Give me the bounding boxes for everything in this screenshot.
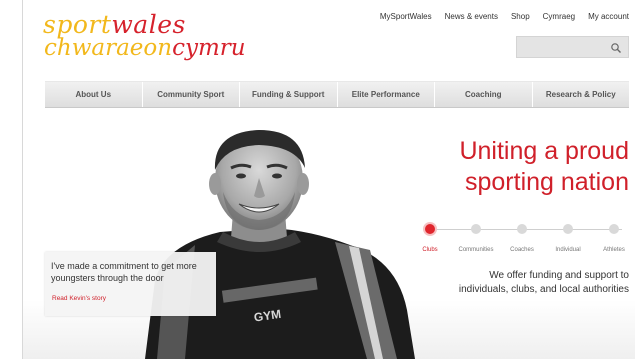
- hero-person-image: GYM: [145, 130, 415, 359]
- slider-label-clubs[interactable]: Clubs: [422, 247, 437, 253]
- nav-elite-performance[interactable]: Elite Performance: [338, 82, 435, 107]
- slider-label-communities[interactable]: Communities: [458, 247, 493, 253]
- utility-link-cymraeg[interactable]: Cymraeg: [543, 12, 575, 21]
- headline-line-2: sporting nation: [464, 168, 629, 196]
- utility-link-shop[interactable]: Shop: [511, 12, 530, 21]
- slider-label-coaches[interactable]: Coaches: [510, 247, 534, 253]
- search-icon[interactable]: [610, 42, 622, 54]
- hero-headline: Uniting a proud sporting nation: [459, 136, 629, 198]
- utility-link-news-events[interactable]: News & events: [445, 12, 498, 21]
- hero-slider-nav: Clubs Communities Coaches Individual Ath…: [422, 224, 630, 260]
- slider-label-athletes[interactable]: Athletes: [603, 247, 625, 253]
- logo-chwaraeon-text: chwaraeon: [44, 35, 173, 61]
- nav-about-us[interactable]: About Us: [45, 82, 143, 107]
- slider-label-individual[interactable]: Individual: [555, 247, 580, 253]
- read-story-link[interactable]: Read Kevin's story: [52, 295, 106, 302]
- quote-card: I've made a commitment to get more young…: [45, 252, 216, 316]
- search-box: [516, 36, 629, 58]
- main-nav: About Us Community Sport Funding & Suppo…: [45, 81, 629, 108]
- sport-wales-logo[interactable]: sportwales chwaraeoncymru: [43, 8, 246, 68]
- utility-link-my-account[interactable]: My account: [588, 12, 629, 21]
- tagline-line-2: individuals, clubs, and local authoritie…: [458, 284, 629, 295]
- nav-research-policy[interactable]: Research & Policy: [533, 82, 630, 107]
- nav-community-sport[interactable]: Community Sport: [143, 82, 240, 107]
- slider-dot-clubs[interactable]: [425, 224, 435, 234]
- slider-dot-athletes[interactable]: [609, 224, 619, 234]
- slider-dot-individual[interactable]: [563, 224, 573, 234]
- slider-dot-communities[interactable]: [471, 224, 481, 234]
- quote-text: I've made a commitment to get more young…: [51, 261, 197, 283]
- search-input[interactable]: [521, 40, 609, 56]
- utility-link-mysportwales[interactable]: MySportWales: [380, 12, 432, 21]
- nav-coaching[interactable]: Coaching: [435, 82, 533, 107]
- headline-line-1: Uniting a proud: [459, 137, 629, 165]
- utility-nav: MySportWales News & events Shop Cymraeg …: [380, 12, 629, 21]
- slider-dot-coaches[interactable]: [517, 224, 527, 234]
- nav-funding-support[interactable]: Funding & Support: [240, 82, 338, 107]
- hero-tagline: We offer funding and support to individu…: [459, 269, 629, 297]
- logo-cymru-text: cymru: [172, 35, 246, 61]
- tagline-line-1: We offer funding and support to: [489, 270, 629, 281]
